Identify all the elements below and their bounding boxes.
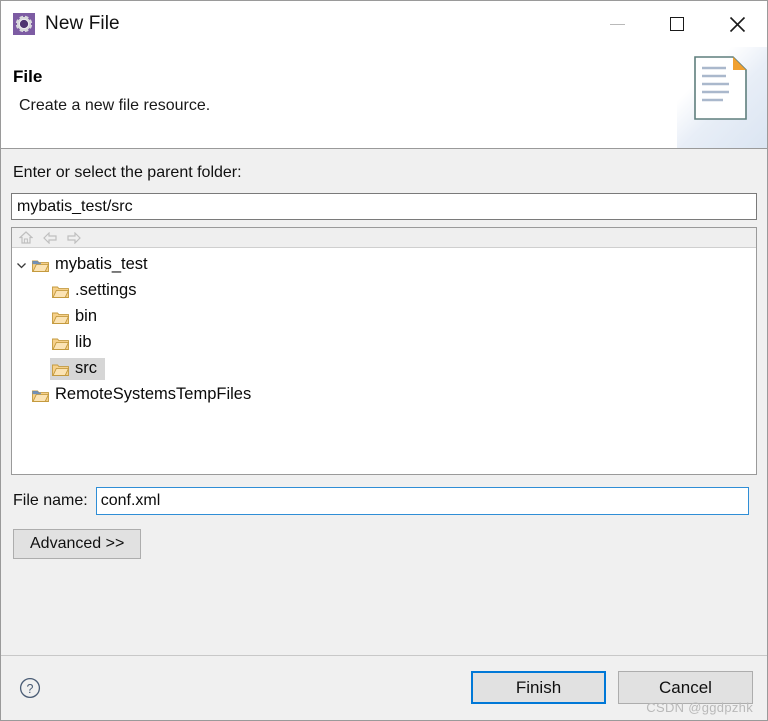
minimize-button[interactable] bbox=[587, 1, 647, 47]
svg-text:?: ? bbox=[27, 682, 34, 696]
tree-item-label: lib bbox=[75, 333, 92, 351]
project-folder-icon bbox=[30, 388, 50, 402]
parent-folder-label: Enter or select the parent folder: bbox=[13, 164, 242, 181]
tree-item-lib[interactable]: lib bbox=[12, 330, 756, 356]
folder-icon bbox=[50, 336, 70, 350]
dialog-footer: ? Finish Cancel CSDN @ggdpzhk bbox=[1, 655, 767, 720]
tree-item-mybatis_test[interactable]: mybatis_test bbox=[12, 252, 756, 278]
forward-arrow-icon[interactable] bbox=[66, 230, 82, 245]
tree-item-label: .settings bbox=[75, 281, 137, 299]
folder-tree-panel: mybatis_test .settings bin lib src Remot… bbox=[11, 227, 757, 475]
home-icon[interactable] bbox=[18, 230, 34, 245]
folder-icon bbox=[50, 310, 70, 324]
chevron-down-icon[interactable] bbox=[12, 261, 30, 270]
advanced-button[interactable]: Advanced >> bbox=[13, 529, 142, 559]
dialog-body: Enter or select the parent folder: mybat… bbox=[1, 149, 767, 655]
tree-item-bin[interactable]: bin bbox=[12, 304, 756, 330]
project-folder-icon bbox=[30, 258, 50, 272]
new-file-document-icon bbox=[694, 56, 747, 120]
minimize-icon bbox=[609, 23, 625, 25]
eclipse-gear-icon bbox=[13, 13, 35, 35]
file-name-label: File name: bbox=[13, 492, 88, 509]
title-bar: New File bbox=[1, 1, 767, 47]
parent-folder-input[interactable] bbox=[11, 193, 757, 220]
tree-item-label: RemoteSystemsTempFiles bbox=[55, 385, 252, 403]
page-description: Create a new file resource. bbox=[19, 97, 211, 114]
file-name-row: File name: bbox=[11, 487, 757, 515]
window-controls bbox=[587, 1, 767, 47]
close-icon bbox=[729, 16, 745, 32]
back-arrow-icon[interactable] bbox=[42, 230, 58, 245]
window-title: New File bbox=[45, 13, 120, 34]
folder-tree[interactable]: mybatis_test .settings bin lib src Remot… bbox=[12, 248, 756, 474]
wizard-banner bbox=[677, 47, 767, 148]
tree-item-src[interactable]: src bbox=[12, 356, 756, 382]
maximize-button[interactable] bbox=[647, 1, 707, 47]
tree-item-label: bin bbox=[75, 307, 98, 325]
file-name-input[interactable] bbox=[95, 487, 749, 515]
new-file-dialog: New File File Create a new file resource… bbox=[0, 0, 768, 721]
tree-toolbar bbox=[12, 228, 756, 248]
wizard-header: File Create a new file resource. bbox=[1, 47, 767, 149]
maximize-icon bbox=[670, 17, 684, 31]
help-question-icon[interactable]: ? bbox=[19, 677, 41, 699]
tree-item-label: mybatis_test bbox=[55, 255, 148, 273]
finish-button[interactable]: Finish bbox=[471, 671, 606, 704]
tree-item-label: src bbox=[75, 359, 97, 377]
close-button[interactable] bbox=[707, 1, 767, 47]
page-title: File bbox=[13, 67, 43, 86]
tree-item-remotesystemstempfiles[interactable]: RemoteSystemsTempFiles bbox=[12, 382, 756, 408]
watermark: CSDN @ggdpzhk bbox=[646, 700, 753, 715]
folder-icon bbox=[50, 362, 70, 376]
tree-item-settings[interactable]: .settings bbox=[12, 278, 756, 304]
folder-icon bbox=[50, 284, 70, 298]
